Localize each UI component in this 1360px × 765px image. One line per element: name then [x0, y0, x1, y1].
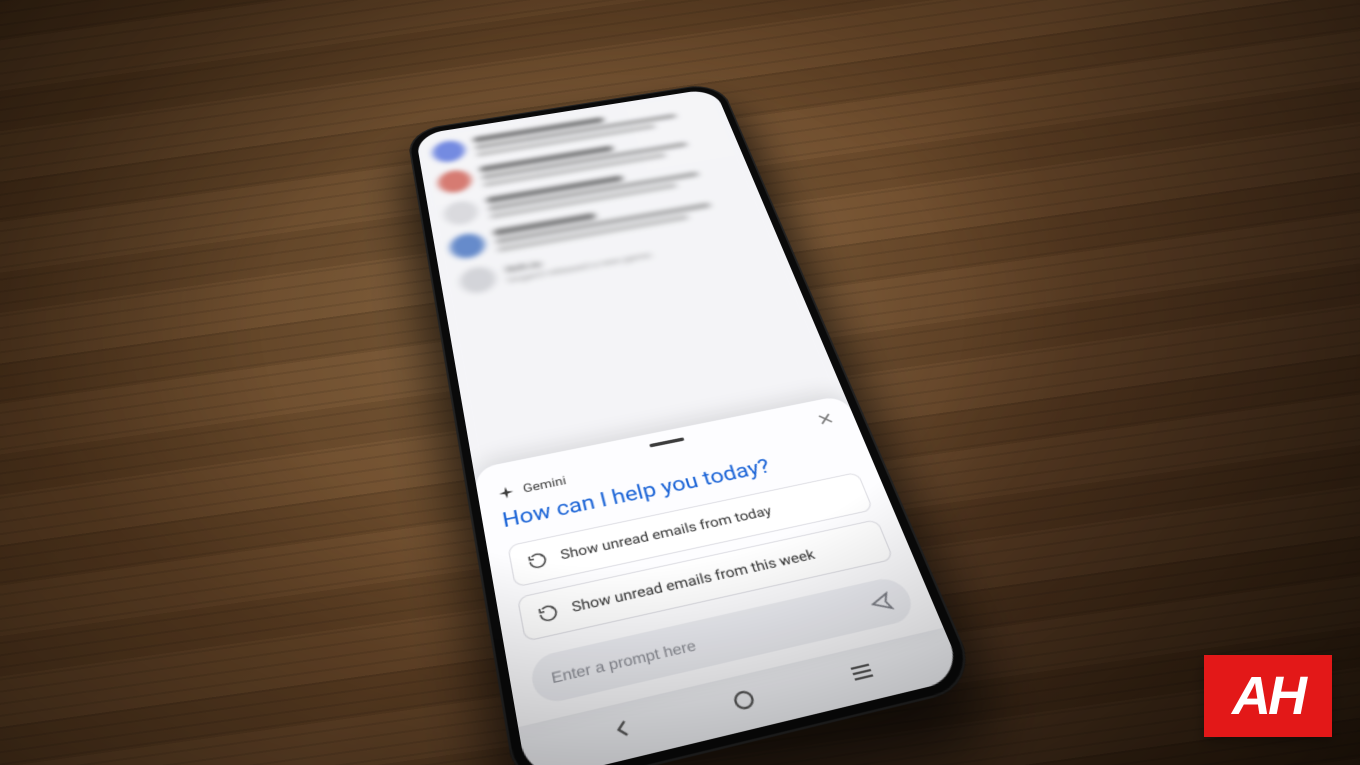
watermark-text: AH: [1232, 665, 1304, 727]
gemini-brand-label: Gemini: [522, 474, 568, 496]
phone-stage: itch.io lorgan3 released a new game: Gem…: [485, 0, 875, 765]
refresh-spark-icon: [526, 550, 549, 571]
watermark-logo: AH: [1204, 655, 1332, 737]
avatar: [458, 264, 498, 295]
send-icon[interactable]: [866, 590, 895, 615]
drag-handle[interactable]: [649, 437, 684, 447]
nav-home-icon[interactable]: [726, 683, 762, 716]
close-icon[interactable]: [813, 409, 839, 429]
email-list-blurred: itch.io lorgan3 released a new game:: [415, 88, 844, 469]
suggestion-chip-today[interactable]: Show unread emails from today: [507, 471, 873, 587]
gemini-spark-icon: [496, 483, 516, 500]
suggestion-text: Show unread emails from today: [559, 503, 773, 563]
gemini-heading: How can I help you today?: [501, 439, 853, 532]
refresh-spark-icon: [536, 601, 560, 624]
nav-back-icon[interactable]: [604, 711, 639, 745]
suggestion-text: Show unread emails from this week: [570, 547, 817, 616]
nav-recents-icon[interactable]: [844, 655, 881, 687]
